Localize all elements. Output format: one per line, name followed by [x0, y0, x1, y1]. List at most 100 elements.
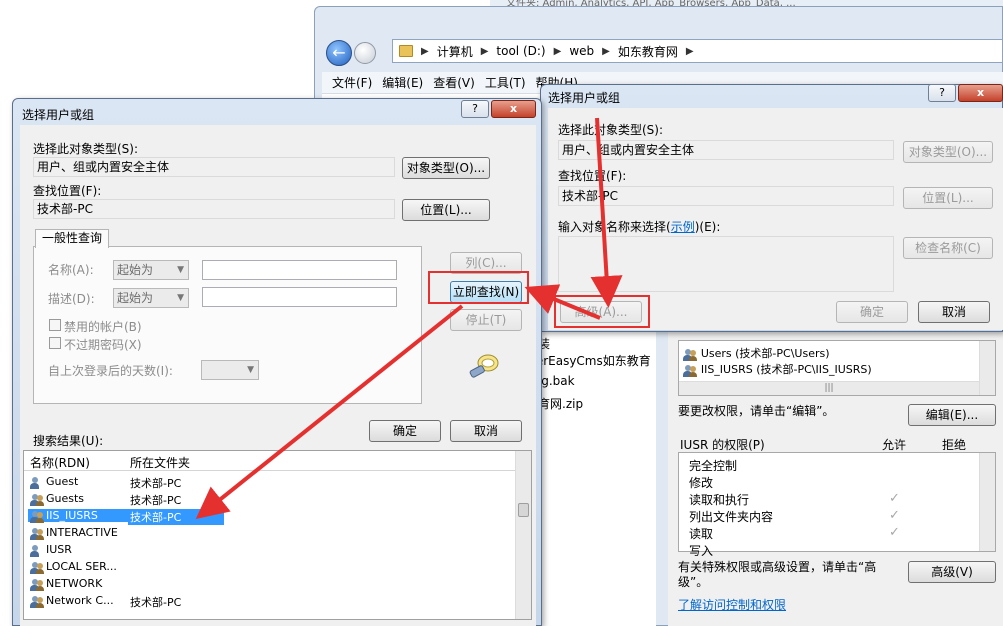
object-type-label: 选择此对象类型(S):	[33, 142, 139, 156]
cancel-button[interactable]: 取消	[918, 301, 990, 323]
result-name: IUSR	[46, 543, 72, 556]
non-expiring-label: 不过期密码(X)	[64, 338, 142, 352]
users-group-icon	[683, 348, 697, 361]
search-flashlight-icon	[469, 354, 499, 378]
select-value: 起始为	[117, 263, 154, 277]
edit-button[interactable]: 编辑(E)...	[908, 404, 996, 426]
dialog-title: 选择用户或组	[22, 108, 95, 122]
table-row[interactable]: IUSR	[24, 543, 516, 560]
name-match-select[interactable]: 起始为 ▼	[113, 260, 189, 280]
location-label: 查找位置(F):	[33, 184, 102, 198]
breadcrumb-web[interactable]: web	[569, 44, 594, 58]
list-item[interactable]: Users (技术部-PC\Users)	[683, 345, 830, 361]
perm-write: 写入	[689, 544, 714, 558]
allow-check-icon: ✓	[889, 508, 900, 523]
dialog-title: 选择用户或组	[548, 91, 621, 105]
locations-button[interactable]: 位置(L)...	[402, 199, 490, 221]
stop-button[interactable]: 停止(T)	[450, 309, 522, 331]
horizontal-scrollbar[interactable]: |||	[679, 381, 979, 395]
check-names-button[interactable]: 检查名称(C)	[903, 237, 993, 259]
result-name: LOCAL SER...	[46, 560, 117, 573]
result-folder: 技术部-PC	[130, 494, 182, 507]
table-row[interactable]: Guests 技术部-PC	[24, 492, 516, 509]
table-row[interactable]: Network C... 技术部-PC	[24, 594, 516, 611]
users-group-icon	[30, 511, 44, 523]
advanced-permissions-button[interactable]: 高级(V)	[908, 561, 996, 583]
chevron-down-icon: ▼	[177, 293, 184, 303]
close-button[interactable]: x	[958, 84, 1003, 102]
enter-names-label-part: )(E):	[694, 220, 721, 234]
table-row[interactable]: NETWORK	[24, 577, 516, 594]
results-scrollbar[interactable]	[515, 451, 531, 619]
list-item-label: Users (技术部-PC\Users)	[700, 347, 830, 360]
permissions-scrollbar[interactable]	[979, 453, 995, 551]
table-row[interactable]: Guest 技术部-PC	[24, 475, 516, 492]
back-button[interactable]: ←	[326, 40, 352, 66]
menu-file[interactable]: 文件(F)	[332, 74, 372, 91]
edit-hint: 要更改权限，请单击“编辑”。	[678, 404, 835, 418]
help-button[interactable]: ?	[461, 100, 489, 118]
help-button[interactable]: ?	[928, 84, 956, 102]
column-header-folder[interactable]: 所在文件夹	[130, 454, 190, 471]
table-row[interactable]: INTERACTIVE	[24, 526, 516, 543]
close-button[interactable]: x	[491, 100, 536, 118]
examples-link[interactable]: 示例	[671, 220, 695, 234]
menu-tools[interactable]: 工具(T)	[485, 74, 526, 91]
list-scrollbar[interactable]	[979, 341, 995, 395]
breadcrumb-drive[interactable]: tool (D:)	[496, 44, 545, 58]
chevron-right-icon: ▶	[602, 45, 610, 57]
object-names-input[interactable]	[558, 236, 894, 292]
permissions-list: 完全控制 修改 读取和执行 列出文件夹内容 读取 写入 ✓ ✓ ✓	[678, 452, 996, 558]
description-query-input[interactable]	[202, 287, 397, 307]
result-folder: 技术部-PC	[130, 596, 182, 609]
breadcrumb-site[interactable]: 如东教育网	[618, 43, 678, 60]
menu-view[interactable]: 查看(V)	[433, 74, 475, 91]
column-header-name[interactable]: 名称(RDN)	[30, 454, 90, 471]
search-results-table: 名称(RDN) 所在文件夹 Guest 技术部-PC Guests 技术部-PC…	[23, 450, 532, 620]
chevron-right-icon: ▶	[685, 45, 694, 57]
perm-list-folder: 列出文件夹内容	[689, 510, 774, 524]
users-group-icon	[30, 528, 44, 540]
days-since-logon-select[interactable]: ▼	[201, 360, 259, 380]
name-query-input[interactable]	[202, 260, 397, 280]
breadcrumb-computer[interactable]: 计算机	[437, 43, 473, 60]
allow-check-icon: ✓	[889, 491, 900, 506]
table-row[interactable]: IIS_IUSRS 技术部-PC	[24, 509, 516, 526]
learn-more-link[interactable]: 了解访问控制和权限	[678, 596, 786, 613]
chevron-right-icon: ▶	[421, 45, 429, 57]
users-group-icon	[30, 494, 44, 506]
forward-button[interactable]	[354, 42, 376, 64]
user-icon	[30, 545, 44, 557]
description-match-select[interactable]: 起始为 ▼	[113, 288, 189, 308]
cancel-button[interactable]: 取消	[450, 420, 522, 442]
ok-button[interactable]: 确定	[369, 420, 441, 442]
object-types-button[interactable]: 对象类型(O)...	[402, 157, 490, 179]
help-icon: ?	[939, 86, 945, 99]
table-row[interactable]: LOCAL SER...	[24, 560, 516, 577]
users-group-icon	[683, 364, 697, 377]
perm-modify: 修改	[689, 476, 714, 490]
group-user-list[interactable]: Users (技术部-PC\Users) IIS_IUSRS (技术部-PC\I…	[678, 340, 996, 396]
menu-edit[interactable]: 编辑(E)	[382, 74, 423, 91]
close-icon: x	[509, 102, 518, 115]
chevron-right-icon: ▶	[553, 45, 562, 57]
disabled-accounts-checkbox[interactable]	[49, 319, 61, 331]
enter-names-label-part: 名称来选择(	[606, 220, 671, 234]
arrow-left-icon: ←	[332, 43, 346, 62]
locations-button[interactable]: 位置(L)...	[903, 187, 993, 209]
advanced-hint: 有关特殊权限或高级设置，请单击“高级”。	[678, 560, 877, 589]
object-type-field: 用户、组或内置安全主体	[33, 157, 395, 177]
address-bar[interactable]: ▶ 计算机 ▶ tool (D:) ▶ web ▶ 如东教育网 ▶	[392, 39, 1003, 63]
scrollbar-thumb[interactable]	[518, 503, 529, 517]
ok-button[interactable]: 确定	[836, 301, 908, 323]
chevron-down-icon: ▼	[247, 365, 254, 375]
file-item[interactable]: werEasyCms如东教育	[526, 352, 651, 369]
object-types-button[interactable]: 对象类型(O)...	[903, 141, 993, 163]
result-name: Network C...	[46, 594, 114, 607]
list-item[interactable]: IIS_IUSRS (技术部-PC\IIS_IUSRS)	[683, 361, 872, 377]
non-expiring-checkbox[interactable]	[49, 337, 61, 349]
location-label: 查找位置(F):	[558, 169, 627, 183]
tab-common-queries[interactable]: 一般性查询	[35, 229, 109, 248]
object-type-label: 选择此对象类型(S):	[558, 123, 664, 137]
enter-names-label-part: 输入对象	[558, 220, 607, 234]
